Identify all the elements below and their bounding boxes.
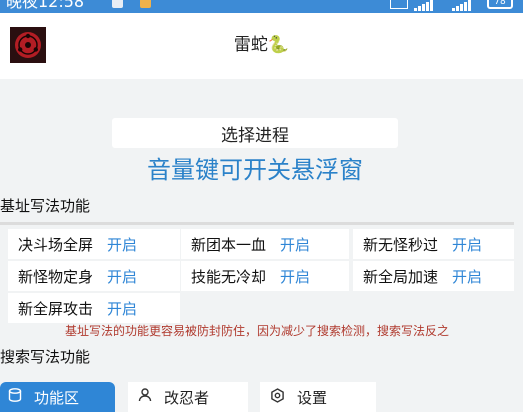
floating-window-notice: 音量键可开关悬浮窗 <box>147 156 363 184</box>
feature-cell: 新全局加速 开启 <box>353 261 514 291</box>
signal-icon <box>414 0 433 11</box>
section-divider <box>0 222 514 225</box>
battery-icon: 78 <box>487 0 513 9</box>
feature-name: 新全屏攻击 <box>18 299 94 318</box>
feature-name: 新无怪秒过 <box>363 235 439 254</box>
feature-name: 新团本一血 <box>191 235 267 254</box>
person-icon <box>138 388 152 406</box>
tab-label: 设置 <box>297 388 328 407</box>
app-header: 雷蛇🐍 <box>0 13 523 79</box>
app-title: 雷蛇🐍 <box>233 35 290 55</box>
notification-app-icon-2 <box>140 0 151 8</box>
feature-toggle[interactable]: 开启 <box>452 234 482 255</box>
feature-name: 决斗场全屏 <box>18 235 94 254</box>
feature-name: 新全局加速 <box>363 267 439 286</box>
hd-icon <box>390 0 408 9</box>
feature-name: 新怪物定身 <box>18 267 94 286</box>
tab-modify-ninja[interactable]: 改忍者 <box>128 382 248 412</box>
settings-icon <box>270 387 285 407</box>
base-warning-text: 基址写法的功能更容易被防封防住，因为减少了搜索检测，搜索写法反之 <box>64 324 449 338</box>
feature-toggle[interactable]: 开启 <box>107 298 137 319</box>
feature-cell: 新无怪秒过 开启 <box>353 229 514 259</box>
feature-cell: 新怪物定身 开启 <box>8 261 180 291</box>
feature-toggle[interactable]: 开启 <box>107 266 137 287</box>
section-title-base: 基址写法功能 <box>0 197 91 215</box>
status-time: 晚夜12:58 <box>6 0 85 11</box>
feature-cell: 技能无冷却 开启 <box>181 261 349 291</box>
feature-cell: 决斗场全屏 开启 <box>8 229 180 259</box>
tab-label: 功能区 <box>34 388 80 407</box>
tab-settings[interactable]: 设置 <box>260 382 376 412</box>
section-title-search: 搜索写法功能 <box>0 348 91 366</box>
feature-name: 技能无冷却 <box>191 267 267 286</box>
signal-icon-2 <box>452 0 471 11</box>
status-bar: 晚夜12:58 78 <box>0 0 523 13</box>
tab-functions[interactable]: 功能区 <box>0 382 115 412</box>
tab-label: 改忍者 <box>164 388 210 407</box>
feature-toggle[interactable]: 开启 <box>280 234 310 255</box>
feature-toggle[interactable]: 开启 <box>452 266 482 287</box>
database-icon <box>8 388 22 406</box>
select-process-button[interactable]: 选择进程 <box>112 118 398 148</box>
notification-app-icon <box>112 0 123 8</box>
feature-cell: 新全屏攻击 开启 <box>8 293 180 323</box>
feature-cell: 新团本一血 开启 <box>181 229 349 259</box>
feature-toggle[interactable]: 开启 <box>107 234 137 255</box>
feature-toggle[interactable]: 开启 <box>280 266 310 287</box>
